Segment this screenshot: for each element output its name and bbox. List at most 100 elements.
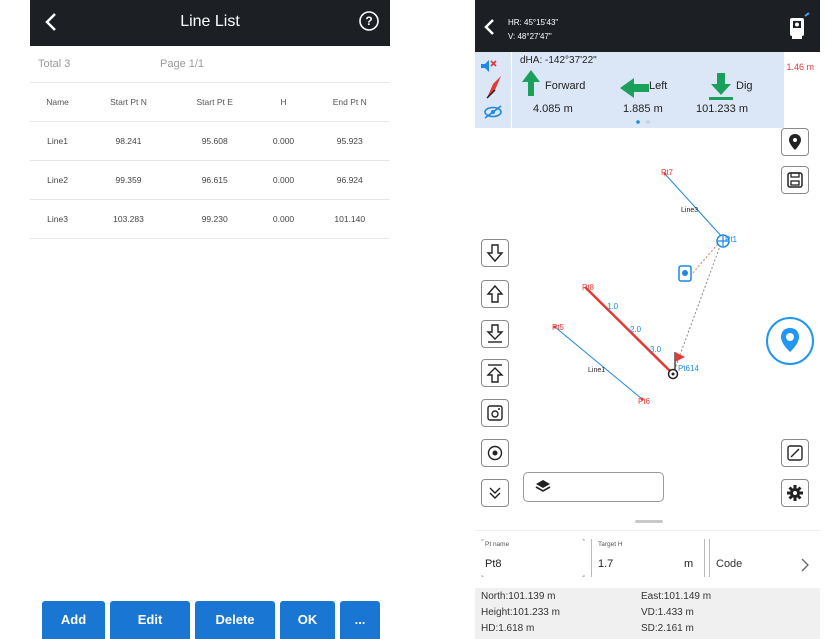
- table-row[interactable]: Line3 103.283 99.230 0.000 101.140: [30, 199, 390, 239]
- east-value: East:101.149 m: [641, 591, 712, 602]
- table-row[interactable]: Line2 99.359 96.615 0.000 96.924: [30, 160, 390, 200]
- label-line3: Line3: [681, 207, 698, 214]
- gear-icon: [787, 485, 803, 501]
- column-header: Name: [30, 83, 86, 122]
- arrow-up-icon: [486, 284, 504, 303]
- label-distance-3: 3.0: [650, 345, 662, 354]
- cell-start-n: 99.359: [85, 160, 172, 200]
- line3-segment: [664, 173, 724, 239]
- edit-button[interactable]: Edit: [110, 601, 190, 639]
- move-up-button[interactable]: [481, 280, 509, 308]
- page-title: Line List: [180, 13, 240, 30]
- settings-button[interactable]: [781, 479, 809, 507]
- forward-value: 4.085 m: [533, 103, 573, 115]
- table-row[interactable]: Line1 98.241 95.608 0.000 95.923: [30, 121, 390, 161]
- target-line: [584, 286, 674, 375]
- svg-text:?: ?: [365, 14, 372, 28]
- total-station-icon[interactable]: [786, 12, 810, 40]
- save-icon: [787, 172, 803, 188]
- north-value: North:101.139 m: [481, 591, 556, 602]
- cell-h: 0.000: [257, 121, 310, 161]
- sd-value: SD:2.161 m: [641, 623, 694, 634]
- forward-arrow-icon: [522, 70, 540, 96]
- cell-start-n: 98.241: [85, 121, 172, 161]
- left-label: Left: [649, 80, 668, 92]
- stakeout-screen: HR: 45°15'43" V: 48°27'47" Pt7 Line3 Pt1…: [475, 0, 820, 639]
- move-to-top-button[interactable]: [481, 359, 509, 387]
- layers-icon: [535, 480, 551, 492]
- compass-panel: [475, 52, 511, 128]
- cell-end-n: 95.923: [309, 121, 390, 161]
- back-arrow-icon[interactable]: [479, 16, 501, 38]
- label-distance-1: 1.0: [607, 302, 619, 311]
- label-pt5: Pt5: [552, 323, 565, 332]
- draw-button[interactable]: [781, 439, 809, 467]
- hr-angle: HR: 45°15'43": [508, 18, 559, 27]
- label-pt1: Pt1: [725, 235, 738, 244]
- add-point-button[interactable]: [781, 128, 809, 156]
- label-pt8: Pt8: [582, 283, 595, 292]
- double-chevron-down-icon: [489, 487, 501, 499]
- ok-button[interactable]: OK: [280, 601, 335, 639]
- action-bar: Add Edit Delete OK ...: [30, 595, 390, 639]
- compass-icon: [486, 76, 501, 99]
- line-table: Name Start Pt N Start Pt E H End Pt N Li…: [30, 83, 390, 239]
- mute-icon: [481, 60, 497, 72]
- location-marker-icon: [781, 328, 799, 352]
- draw-icon: [787, 445, 803, 461]
- add-button[interactable]: Add: [42, 601, 105, 639]
- delete-button[interactable]: Delete: [195, 601, 275, 639]
- drawer-handle[interactable]: [635, 520, 663, 523]
- navigation-panel: dHA: -142°37'22" Forward 4.085 m Left 1.…: [512, 52, 784, 128]
- map-canvas[interactable]: Pt7 Line3 Pt1 Pt8 1.0 2.0 3.0 Pt5 Line1 …: [475, 52, 820, 522]
- dig-label: Dig: [736, 80, 753, 92]
- cell-end-n: 101.140: [309, 199, 390, 239]
- pt-name-value: Pt8: [485, 558, 502, 570]
- stakeout-header: HR: 45°15'43" V: 48°27'47": [475, 0, 820, 52]
- move-to-bottom-button[interactable]: [481, 320, 509, 348]
- cell-name: Line1: [30, 121, 86, 161]
- vd-value: VD:1.433 m: [641, 607, 694, 618]
- measurement-stats: North:101.139 m East:101.149 m Height:10…: [475, 588, 820, 639]
- layer-bar[interactable]: [523, 472, 664, 502]
- visibility-off-icon: [484, 105, 502, 119]
- more-button[interactable]: ...: [340, 601, 380, 639]
- cell-start-e: 96.615: [171, 160, 258, 200]
- hd-value: HD:1.618 m: [481, 623, 535, 634]
- locate-button[interactable]: [766, 317, 814, 365]
- total-count: Total 3: [38, 58, 71, 70]
- cell-start-e: 99.230: [171, 199, 258, 239]
- dig-arrow-icon: [709, 73, 733, 100]
- column-header: H: [257, 83, 310, 122]
- code-placeholder: Code: [716, 558, 743, 570]
- table-header-row: Name Start Pt N Start Pt E H End Pt N: [30, 83, 390, 122]
- arrow-down-icon: [486, 244, 504, 263]
- label-pt6: Pt6: [638, 397, 651, 406]
- move-down-button[interactable]: [481, 239, 509, 267]
- center-button[interactable]: [481, 439, 509, 467]
- target-h-field[interactable]: Target H 1.7 m: [591, 539, 705, 577]
- save-button[interactable]: [781, 166, 809, 194]
- cell-name: Line2: [30, 160, 86, 200]
- location-pin-icon: [789, 134, 801, 150]
- cell-end-n: 96.924: [309, 160, 390, 200]
- camera-icon: [487, 405, 503, 421]
- left-value: 1.885 m: [623, 103, 663, 115]
- label-distance-2: 2.0: [630, 325, 642, 334]
- help-icon[interactable]: ?: [358, 10, 380, 32]
- column-header: Start Pt N: [85, 83, 172, 122]
- height-value: Height:101.233 m: [481, 607, 560, 618]
- photo-button[interactable]: [481, 399, 509, 427]
- cell-h: 0.000: [257, 199, 310, 239]
- instrument-icon: [678, 265, 692, 282]
- label-flag: Pt614: [678, 364, 699, 373]
- target-h-unit: m: [684, 558, 694, 570]
- left-arrow-icon: [620, 78, 649, 98]
- target-h-value: 1.7: [598, 558, 614, 570]
- collapse-button[interactable]: [481, 479, 509, 507]
- code-field[interactable]: Code: [709, 539, 814, 577]
- pt-name-field[interactable]: Pt name Pt8: [479, 539, 587, 577]
- chevron-right-icon[interactable]: [800, 558, 810, 572]
- forward-label: Forward: [545, 80, 586, 92]
- page-indicator: Page 1/1: [160, 58, 205, 70]
